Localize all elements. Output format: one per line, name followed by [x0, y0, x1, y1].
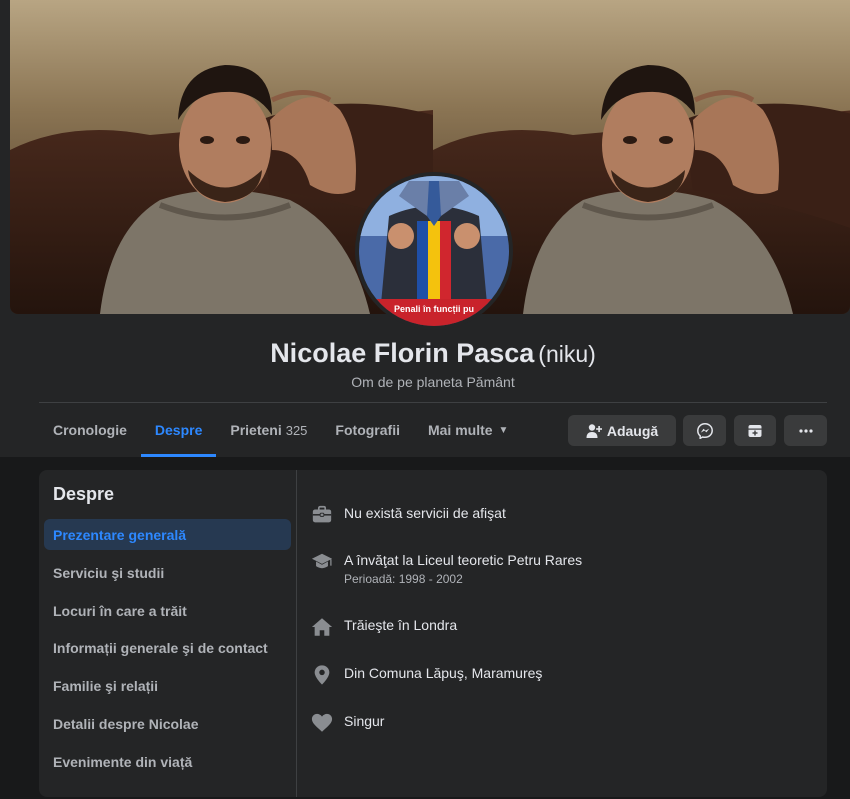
- friends-count: 325: [285, 422, 308, 438]
- about-card: Despre Prezentare generală Serviciu şi s…: [39, 470, 827, 797]
- tab-label: Fotografii: [335, 422, 400, 438]
- info-hometown-text-block: Din Comuna Lăpuş, Maramureş: [344, 664, 542, 682]
- about-menu-overview[interactable]: Prezentare generală: [44, 519, 291, 550]
- profile-name-row: Nicolae Florin Pasca (niku): [0, 338, 850, 369]
- about-title: Despre: [53, 484, 115, 504]
- tab-fotografii[interactable]: Fotografii: [321, 403, 414, 457]
- info-hometown-text: Din Comuna Lăpuş, Maramureş: [344, 665, 543, 681]
- about-menu-work-education[interactable]: Serviciu şi studii: [44, 557, 291, 588]
- tab-prieteni[interactable]: Prieteni 325: [216, 403, 321, 457]
- info-work-text: Nu există servicii de afişat: [344, 505, 506, 521]
- about-menu-contact-info[interactable]: Informații generale şi de contact: [44, 632, 291, 663]
- tab-label: Prieteni: [230, 422, 282, 438]
- briefcase-icon: [312, 505, 332, 523]
- profile-header: Penali în funcții pu Nicolae Florin Pasc…: [0, 0, 850, 457]
- about-menu-family-relationships[interactable]: Familie şi relații: [44, 670, 291, 701]
- heart-icon: [311, 713, 333, 732]
- info-work-text-block: Nu există servicii de afişat: [344, 504, 506, 522]
- more-options-button[interactable]: [784, 415, 827, 446]
- ellipsis-icon: [798, 428, 813, 433]
- about-menu-life-events[interactable]: Evenimente din viață: [44, 746, 291, 777]
- tab-label: Despre: [154, 422, 203, 438]
- add-friend-icon: [586, 423, 602, 438]
- profile-nickname: (niku): [538, 341, 596, 367]
- about-menu-places-lived[interactable]: Locuri în care a trăit: [44, 595, 291, 626]
- profile-avatar[interactable]: Penali în funcții pu: [355, 172, 513, 330]
- info-education-text-block: A învăţat la Liceul teoretic Petru Rares…: [344, 551, 582, 587]
- info-education-period: Perioadă: 1998 - 2002: [344, 572, 463, 586]
- info-current-city-text-block: Trăieşte în Londra: [344, 616, 457, 634]
- tab-despre[interactable]: Despre: [140, 403, 217, 457]
- tab-cronologie[interactable]: Cronologie: [39, 403, 141, 457]
- message-button[interactable]: [683, 415, 726, 446]
- info-relationship-text-block: Singur: [344, 712, 384, 730]
- location-pin-icon: [314, 665, 330, 685]
- add-friend-label: Adaugă: [606, 422, 659, 439]
- tab-label: Cronologie: [53, 422, 127, 438]
- about-menu-details[interactable]: Detalii despre Nicolae: [44, 708, 291, 739]
- profile-tabs: Cronologie Despre Prieteni 325 Fotografii…: [39, 403, 522, 457]
- follow-button[interactable]: [734, 415, 776, 446]
- tab-mai-multe[interactable]: Mai multe ▼: [414, 403, 522, 457]
- tab-label: Mai multe: [427, 422, 493, 438]
- messenger-icon: [696, 422, 713, 439]
- home-icon: [311, 618, 333, 636]
- info-work: Nu există servicii de afişat: [311, 504, 506, 526]
- add-friend-button[interactable]: Adaugă: [568, 415, 676, 446]
- info-education-text: A învăţat la Liceul teoretic Petru Rares: [344, 552, 583, 568]
- profile-name: Nicolae Florin Pasca: [270, 338, 535, 368]
- info-current-city: Trăieşte în Londra: [311, 616, 457, 638]
- caret-down-icon: ▼: [498, 424, 509, 436]
- profile-bio: Om de pe planeta Pământ: [351, 374, 515, 390]
- info-current-city-text: Trăieşte în Londra: [344, 617, 458, 633]
- avatar-caption: Penali în funcții pu: [393, 304, 474, 314]
- follow-icon: [748, 424, 762, 437]
- info-hometown: Din Comuna Lăpuş, Maramureş: [311, 664, 542, 686]
- info-relationship-text: Singur: [344, 713, 385, 729]
- info-relationship: Singur: [311, 712, 384, 734]
- about-card-divider: [296, 470, 297, 797]
- graduation-cap-icon: [311, 553, 333, 569]
- info-education: A învăţat la Liceul teoretic Petru Rares…: [311, 551, 582, 587]
